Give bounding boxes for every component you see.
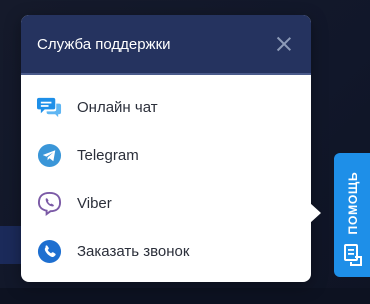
support-popup: Служба поддержки Онлайн чат Telegram Vib… — [21, 15, 311, 282]
background-footer-strip — [0, 288, 370, 304]
popup-title: Служба поддержки — [37, 35, 171, 53]
help-tab-label: ПОМОЩЬ — [346, 171, 360, 235]
popup-pointer-arrow — [310, 203, 321, 223]
menu-item-viber[interactable]: Viber — [21, 179, 311, 227]
support-icon — [344, 244, 362, 266]
viber-icon — [37, 191, 62, 216]
menu-item-online-chat[interactable]: Онлайн чат — [21, 83, 311, 131]
menu-item-label: Заказать звонок — [77, 242, 190, 260]
menu-item-telegram[interactable]: Telegram — [21, 131, 311, 179]
menu-item-label: Онлайн чат — [77, 98, 158, 116]
menu-item-label: Viber — [77, 194, 112, 212]
menu-item-label: Telegram — [77, 146, 139, 164]
support-options-list: Онлайн чат Telegram Viber Заказать звоно… — [21, 75, 311, 275]
phone-icon — [37, 239, 62, 263]
help-tab-button[interactable]: ПОМОЩЬ — [334, 153, 370, 277]
popup-header: Служба поддержки — [21, 15, 311, 75]
menu-item-request-call[interactable]: Заказать звонок — [21, 227, 311, 275]
close-icon[interactable] — [275, 35, 293, 53]
telegram-icon — [37, 143, 62, 167]
background-panel — [0, 226, 22, 264]
chat-bubbles-icon — [37, 97, 62, 117]
